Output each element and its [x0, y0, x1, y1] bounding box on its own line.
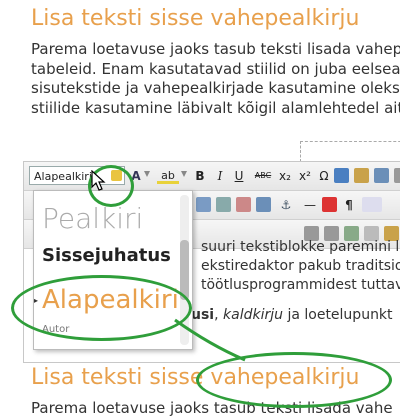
mouse-pointer-icon — [91, 170, 106, 191]
annotation-connector — [174, 318, 246, 362]
